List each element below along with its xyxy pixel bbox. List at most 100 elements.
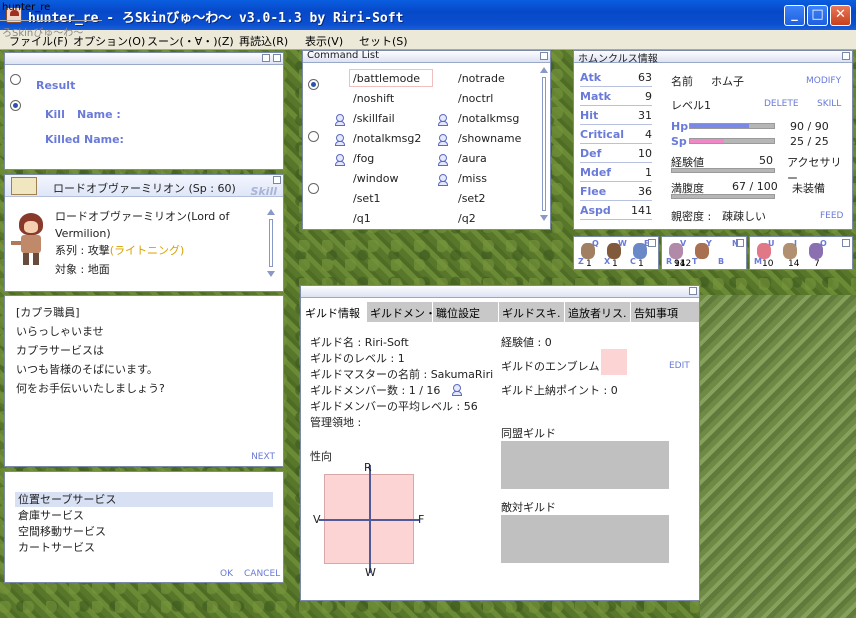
feed-button[interactable]: FEED: [820, 211, 843, 221]
result-radio-2[interactable]: [10, 100, 21, 111]
window-titlebar[interactable]: hunter_re - ろSkinびゅ～わ～ v3.0-1.3 by Riri-…: [0, 0, 856, 30]
menu-view[interactable]: 表示(V): [302, 32, 346, 50]
hotkey-label: M: [754, 257, 762, 266]
item-count: 1: [586, 259, 592, 269]
hotkey-label: B: [718, 257, 725, 266]
command-item[interactable]: /showname: [458, 132, 521, 145]
killed-name-label: Killed Name:: [45, 133, 124, 146]
command-item[interactable]: /notalkmsg: [458, 112, 519, 125]
minimize-icon[interactable]: [540, 52, 548, 60]
command-scrollbar[interactable]: [540, 67, 548, 223]
stat-divider: [580, 181, 652, 182]
intimacy-label: 親密度 :: [671, 210, 712, 223]
cancel-button[interactable]: CANCEL: [244, 569, 280, 579]
next-button[interactable]: NEXT: [251, 452, 275, 462]
tendency-axis-top: R: [364, 461, 372, 474]
hunger-value: 67 / 100: [732, 180, 778, 193]
sp-bar-fill: [690, 139, 724, 143]
menu-set[interactable]: セット(S): [356, 32, 411, 50]
alliance-list[interactable]: [501, 441, 669, 489]
close-button[interactable]: ✕: [830, 5, 851, 26]
service-item[interactable]: 空間移動サービス: [18, 524, 116, 540]
minimize-button[interactable]: _: [784, 5, 805, 26]
service-item[interactable]: 位置セーブサービス: [18, 492, 116, 508]
delete-button[interactable]: DELETE: [764, 99, 799, 109]
tendency-axis-left: V: [313, 513, 321, 526]
command-item[interactable]: /fog: [353, 152, 374, 165]
minimize-icon[interactable]: [262, 54, 270, 62]
hotkey-bar-1: Z1QX1WC1E: [573, 236, 659, 270]
menu-reload[interactable]: 再読込(R): [236, 32, 291, 50]
service-item[interactable]: 倉庫サービス: [18, 508, 116, 524]
skill-scrollbar[interactable]: [267, 209, 275, 279]
guild-emblem-label: ギルドのエンブレム: [501, 360, 600, 373]
command-radio-2[interactable]: [308, 131, 319, 142]
tendency-axis-bottom: W: [365, 566, 376, 579]
command-radio-3[interactable]: [308, 183, 319, 194]
tab-expelled-list[interactable]: 追放者リス.: [565, 302, 630, 322]
maximize-button[interactable]: □: [807, 5, 828, 26]
hotkey-label: T: [692, 257, 698, 266]
command-item[interactable]: /skillfail: [353, 112, 395, 125]
tab-notice[interactable]: 告知事項: [631, 302, 699, 322]
stat-value: 36: [638, 185, 652, 198]
command-item[interactable]: /noctrl: [458, 92, 493, 105]
item-count: 10: [762, 259, 774, 269]
dialog-line: 何をお手伝いいたしましょう?: [16, 382, 165, 395]
stat-value: 31: [638, 109, 652, 122]
close-icon[interactable]: [273, 54, 281, 62]
person-icon: [451, 384, 462, 396]
command-radio-1[interactable]: [308, 79, 319, 90]
command-item[interactable]: /miss: [458, 172, 487, 185]
stat-label: Def: [580, 147, 602, 160]
command-item[interactable]: /set2: [458, 192, 486, 205]
command-item[interactable]: /battlemode: [353, 72, 420, 85]
panel-titlebar[interactable]: ホムンクルス情報: [574, 51, 852, 65]
skill-button[interactable]: SKILL: [817, 99, 841, 109]
tendency-label: 性向: [310, 450, 332, 463]
tab-guild-skills[interactable]: ギルドスキ.: [499, 302, 564, 322]
skill-header[interactable]: ロードオブヴァーミリオン (Sp : 60) Skill: [5, 175, 283, 198]
minimize-icon[interactable]: [842, 52, 850, 60]
service-item[interactable]: カートサービス: [18, 540, 116, 556]
modify-button[interactable]: MODIFY: [806, 76, 841, 86]
hotkey-label: E: [644, 239, 650, 248]
minimize-icon[interactable]: [689, 287, 697, 295]
command-item[interactable]: /notalkmsg2: [353, 132, 421, 145]
person-icon: [437, 174, 448, 186]
command-item[interactable]: /aura: [458, 152, 487, 165]
command-item[interactable]: /notrade: [458, 72, 505, 85]
command-item[interactable]: /q1: [353, 212, 371, 225]
command-item[interactable]: /noshift: [353, 92, 394, 105]
command-item[interactable]: /q2: [458, 212, 476, 225]
window-title: hunter_re - ろSkinびゅ～わ～ v3.0-1.3 by Riri-…: [28, 11, 404, 26]
hotkey-bar-3: M 10 U 14 I 7 O: [749, 236, 853, 270]
command-item[interactable]: /set1: [353, 192, 381, 205]
npc-dialog-text: [カプラ職員] いらっしゃいませ カプラサービスは いつも皆様のそばにいます。 …: [16, 303, 165, 398]
result-radio-1[interactable]: [10, 74, 21, 85]
panel-titlebar[interactable]: [5, 53, 283, 65]
tab-guild-info[interactable]: ギルド情報: [302, 302, 366, 322]
hotkey-label: I: [794, 239, 797, 248]
stat-label: Matk: [580, 90, 611, 103]
person-icon: [437, 154, 448, 166]
edit-emblem-button[interactable]: EDIT: [669, 361, 690, 371]
stat-label: Atk: [580, 71, 602, 84]
unequipped-label: 未装備: [792, 182, 825, 195]
hotkey-label: Z: [578, 257, 584, 266]
minimize-icon[interactable]: [842, 239, 850, 247]
hotkey-label: O: [820, 239, 827, 248]
hotkey-label: Y: [706, 239, 712, 248]
ok-button[interactable]: OK: [220, 569, 233, 579]
tab-guild-members[interactable]: ギルドメン・.: [367, 302, 432, 322]
guild-name: ギルド名 : Riri-Soft: [310, 336, 409, 349]
panel-titlebar[interactable]: Command List: [303, 50, 550, 63]
close-icon[interactable]: [273, 176, 281, 184]
tab-position-settings[interactable]: 職位設定: [433, 302, 498, 322]
npc-dialog-panel: [カプラ職員] いらっしゃいませ カプラサービスは いつも皆様のそばにいます。 …: [4, 295, 284, 467]
hp-bar-fill: [690, 124, 749, 128]
menu-soon[interactable]: スーン(・∀・)(Z): [144, 32, 237, 50]
enemy-list[interactable]: [501, 515, 669, 563]
command-item[interactable]: /window: [353, 172, 398, 185]
panel-titlebar[interactable]: [301, 286, 699, 298]
